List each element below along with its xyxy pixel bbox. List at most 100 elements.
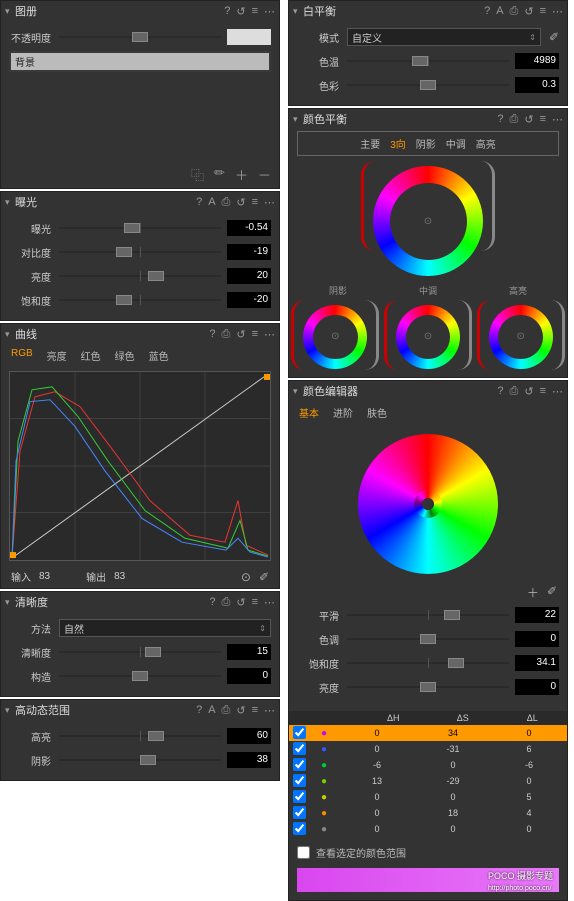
color-editor-wheel[interactable] <box>358 434 498 574</box>
eyedropper-icon[interactable]: ✐ <box>547 584 557 601</box>
slider-value[interactable]: 38 <box>227 752 271 768</box>
collapse-icon[interactable]: ▾ <box>293 386 303 397</box>
color-wheel-中调[interactable]: ⊙ <box>396 305 460 369</box>
collapse-icon[interactable]: ▾ <box>293 114 303 125</box>
slider[interactable] <box>347 680 509 694</box>
row-checkbox[interactable] <box>293 822 306 835</box>
help-icon[interactable]: ? <box>497 385 503 397</box>
help-icon[interactable]: ? <box>224 5 230 17</box>
more-icon[interactable]: ⋯ <box>264 5 275 18</box>
slider[interactable] <box>59 221 221 235</box>
collapse-icon[interactable]: ▾ <box>5 197 15 208</box>
slider[interactable] <box>59 753 221 767</box>
more-icon[interactable]: ⋯ <box>552 385 563 398</box>
reset-icon[interactable]: ↺ <box>236 704 245 717</box>
more-icon[interactable]: ⋯ <box>264 196 275 209</box>
slider-value[interactable]: 15 <box>227 644 271 660</box>
row-checkbox[interactable] <box>293 758 306 771</box>
reset-icon[interactable]: ↺ <box>236 196 245 209</box>
collapse-icon[interactable]: ▾ <box>5 705 15 716</box>
preset-icon[interactable]: ⎙ <box>510 113 519 126</box>
menu-icon[interactable]: ≡ <box>252 596 258 608</box>
table-row[interactable]: ● 0 0 0 <box>289 821 567 837</box>
help-icon[interactable]: ? <box>209 596 215 608</box>
row-checkbox[interactable] <box>293 806 306 819</box>
preset-icon[interactable]: ⎙ <box>222 196 231 209</box>
preset-icon[interactable]: ⎙ <box>510 385 519 398</box>
tab-进阶[interactable]: 进阶 <box>333 405 353 420</box>
slider-value[interactable]: 34.1 <box>515 655 559 671</box>
brush-icon[interactable]: ✏ <box>214 165 225 184</box>
slider[interactable] <box>59 729 221 743</box>
tab-肤色[interactable]: 肤色 <box>367 405 387 420</box>
menu-icon[interactable]: ≡ <box>252 704 258 716</box>
more-icon[interactable]: ⋯ <box>552 5 563 18</box>
copy-icon[interactable]: ⿻ <box>191 165 204 184</box>
slider-value[interactable]: 20 <box>227 268 271 284</box>
slider-value[interactable]: 0 <box>227 668 271 684</box>
slider[interactable] <box>347 78 509 92</box>
menu-icon[interactable]: ≡ <box>540 5 546 17</box>
slider-value[interactable]: 0 <box>515 631 559 647</box>
tab-RGB[interactable]: RGB <box>11 348 33 363</box>
row-checkbox[interactable] <box>293 742 306 755</box>
row-checkbox[interactable] <box>293 726 306 739</box>
menu-icon[interactable]: ≡ <box>252 328 258 340</box>
slider-value[interactable]: 0.3 <box>515 77 559 93</box>
preset-icon[interactable]: ⎙ <box>222 328 231 341</box>
preset-icon[interactable]: ⎙ <box>510 5 519 18</box>
tab-红色[interactable]: 红色 <box>81 348 101 363</box>
help-icon[interactable]: ? <box>484 5 490 17</box>
help-icon[interactable]: ? <box>196 196 202 208</box>
eyedropper-icon[interactable]: ✐ <box>549 30 559 44</box>
slider[interactable] <box>347 608 509 622</box>
help-icon[interactable]: ? <box>497 113 503 125</box>
opacity-slider[interactable] <box>59 30 221 44</box>
slider[interactable] <box>59 293 221 307</box>
more-icon[interactable]: ⋯ <box>264 704 275 717</box>
menu-icon[interactable]: ≡ <box>540 113 546 125</box>
auto-icon[interactable]: A <box>208 704 215 716</box>
more-icon[interactable]: ⋯ <box>552 113 563 126</box>
preset-icon[interactable]: ⎙ <box>222 596 231 609</box>
slider[interactable] <box>59 669 221 683</box>
slider[interactable] <box>347 632 509 646</box>
eyedropper-icon[interactable]: ✐ <box>259 570 269 584</box>
collapse-icon[interactable]: ▾ <box>5 329 15 340</box>
slider-value[interactable]: -0.54 <box>227 220 271 236</box>
slider-value[interactable]: -19 <box>227 244 271 260</box>
row-checkbox[interactable] <box>293 774 306 787</box>
reset-icon[interactable]: ↺ <box>524 5 533 18</box>
more-icon[interactable]: ⋯ <box>264 328 275 341</box>
table-row[interactable]: ● 13 -29 0 <box>289 773 567 789</box>
add-color-icon[interactable]: ＋ <box>527 584 539 601</box>
reset-icon[interactable]: ↺ <box>524 113 533 126</box>
add-icon[interactable]: ＋ <box>235 165 248 184</box>
curve-editor[interactable] <box>9 371 271 561</box>
help-icon[interactable]: ? <box>196 704 202 716</box>
color-wheel-高亮[interactable]: ⊙ <box>489 305 553 369</box>
slider[interactable] <box>59 245 221 259</box>
tab-3向[interactable]: 3向 <box>390 136 406 151</box>
table-row[interactable]: ● 0 18 4 <box>289 805 567 821</box>
view-range-checkbox[interactable] <box>297 846 310 859</box>
tab-高亮[interactable]: 高亮 <box>476 136 496 151</box>
collapse-icon[interactable]: ▾ <box>293 6 303 17</box>
slider-value[interactable]: 22 <box>515 607 559 623</box>
reset-icon[interactable]: ↺ <box>236 596 245 609</box>
slider-value[interactable]: 0 <box>515 679 559 695</box>
table-row[interactable]: ● 0 34 0 <box>289 725 567 741</box>
point-icon[interactable]: ⊙ <box>241 570 251 584</box>
mode-select[interactable]: 自定义 <box>347 28 541 46</box>
tab-基本[interactable]: 基本 <box>299 405 319 420</box>
collapse-icon[interactable]: ▾ <box>5 6 15 17</box>
auto-icon[interactable]: A <box>496 5 503 17</box>
slider-value[interactable]: 4989 <box>515 53 559 69</box>
slider[interactable] <box>347 54 509 68</box>
more-icon[interactable]: ⋯ <box>264 596 275 609</box>
method-select[interactable]: 自然 <box>59 619 271 637</box>
slider-value[interactable]: -20 <box>227 292 271 308</box>
remove-icon[interactable]: － <box>258 165 271 184</box>
reset-icon[interactable]: ↺ <box>236 5 245 18</box>
table-row[interactable]: ● 0 0 5 <box>289 789 567 805</box>
